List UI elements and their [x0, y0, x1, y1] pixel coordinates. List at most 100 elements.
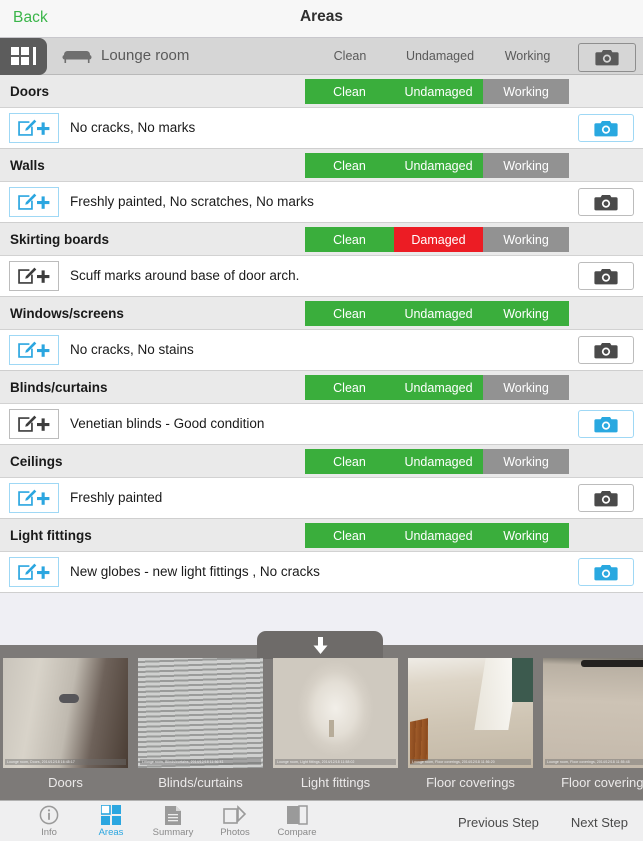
area-item-note[interactable]: Freshly painted — [70, 490, 162, 505]
area-item-note[interactable]: Freshly painted, No scratches, No marks — [70, 194, 314, 209]
grid-tab-button[interactable] — [0, 38, 47, 75]
area-item-note[interactable]: Scuff marks around base of door arch. — [70, 268, 299, 283]
photo-thumb-cell[interactable]: Lounge room, Floor coverings, 2014/12/18… — [543, 658, 643, 805]
item-camera-button[interactable] — [578, 558, 634, 586]
status-badge[interactable]: Clean — [305, 153, 394, 178]
room-camera-button[interactable] — [578, 43, 636, 72]
photos-icon — [223, 804, 247, 826]
area-item-note[interactable]: Venetian blinds - Good condition — [70, 416, 264, 431]
edit-add-icon — [18, 563, 50, 580]
status-badge-group: Clean Undamaged Working — [305, 523, 569, 548]
photo-thumbnail[interactable]: Lounge room, Floor coverings, 2014/12/18… — [543, 658, 643, 768]
tab-label: Areas — [98, 827, 124, 838]
area-item-header: Walls Clean Undamaged Working — [0, 149, 643, 182]
column-header-undamaged: Undamaged — [405, 49, 475, 63]
status-badge-group: Clean Undamaged Working — [305, 301, 569, 326]
status-badge[interactable]: Working — [483, 449, 569, 474]
area-item-name: Blinds/curtains — [10, 380, 108, 395]
status-badge-group: Clean Undamaged Working — [305, 449, 569, 474]
item-camera-button[interactable] — [578, 336, 634, 364]
photo-thumb-cell[interactable]: Lounge room, Light fittings, 2014/12/18 … — [273, 658, 398, 805]
tab-label: Compare — [277, 827, 317, 838]
tab-areas[interactable]: Areas — [80, 804, 142, 838]
photo-thumbnail[interactable]: Lounge room, Light fittings, 2014/12/18 … — [273, 658, 398, 768]
edit-add-icon — [18, 489, 50, 506]
edit-add-icon — [18, 119, 50, 136]
item-camera-button[interactable] — [578, 484, 634, 512]
status-badge[interactable]: Clean — [305, 79, 394, 104]
edit-note-button[interactable] — [9, 335, 59, 365]
status-badge[interactable]: Undamaged — [394, 301, 483, 326]
item-camera-button[interactable] — [578, 188, 634, 216]
tab-list: Info Areas Summary Photos Compare — [18, 804, 328, 838]
status-badge[interactable]: Working — [483, 523, 569, 548]
status-badge[interactable]: Undamaged — [394, 375, 483, 400]
edit-note-button[interactable] — [9, 113, 59, 143]
photo-thumbnail[interactable]: Lounge room, Blinds/curtains, 2014/12/18… — [138, 658, 263, 768]
item-camera-button[interactable] — [578, 262, 634, 290]
status-badge[interactable]: Clean — [305, 227, 394, 252]
photo-thumbnail[interactable]: Lounge room, Doors, 2014/12/18 16:45:17 — [3, 658, 128, 768]
edit-note-button[interactable] — [9, 409, 59, 439]
item-camera-button[interactable] — [578, 410, 634, 438]
status-badge[interactable]: Undamaged — [394, 449, 483, 474]
tab-label: Photos — [220, 827, 250, 838]
status-badge[interactable]: Clean — [305, 523, 394, 548]
photo-thumb-cell[interactable]: Lounge room, Blinds/curtains, 2014/12/18… — [138, 658, 263, 805]
status-badge-group: Clean Undamaged Working — [305, 79, 569, 104]
status-badge[interactable]: Working — [483, 301, 569, 326]
status-badge[interactable]: Undamaged — [394, 153, 483, 178]
area-item: Doors Clean Undamaged Working No cracks, No … — [0, 75, 643, 149]
tab-label: Info — [41, 827, 57, 838]
area-item: Light fittings Clean Undamaged Working New g… — [0, 519, 643, 593]
tab-info[interactable]: Info — [18, 804, 80, 838]
area-item-note[interactable]: New globes - new light fittings , No cra… — [70, 564, 320, 579]
photo-timestamp-watermark: Lounge room, Blinds/curtains, 2014/12/18… — [140, 759, 261, 765]
photo-timestamp-watermark: Lounge room, Floor coverings, 2014/12/18… — [410, 759, 531, 765]
area-item-header: Doors Clean Undamaged Working — [0, 75, 643, 108]
info-icon — [39, 804, 59, 826]
area-item: Skirting boards Clean Damaged Working Scuff … — [0, 223, 643, 297]
drawer-handle[interactable] — [257, 631, 383, 659]
status-badge[interactable]: Undamaged — [394, 79, 483, 104]
edit-note-button[interactable] — [9, 261, 59, 291]
status-badge[interactable]: Working — [483, 79, 569, 104]
status-badge[interactable]: Damaged — [394, 227, 483, 252]
photo-thumb-cell[interactable]: Lounge room, Floor coverings, 2014/12/18… — [408, 658, 533, 805]
status-badge[interactable]: Working — [483, 227, 569, 252]
area-item-header: Windows/screens Clean Undamaged Working — [0, 297, 643, 330]
photo-thumbnail[interactable]: Lounge room, Floor coverings, 2014/12/18… — [408, 658, 533, 768]
area-item: Walls Clean Undamaged Working Freshly painte… — [0, 149, 643, 223]
area-item-note[interactable]: No cracks, No marks — [70, 120, 195, 135]
edit-add-icon — [18, 267, 50, 284]
photo-drawer: Lounge room, Doors, 2014/12/18 16:45:17 D… — [0, 631, 643, 805]
edit-note-button[interactable] — [9, 557, 59, 587]
edit-note-button[interactable] — [9, 187, 59, 217]
area-item: Blinds/curtains Clean Undamaged Working Vene… — [0, 371, 643, 445]
item-camera-button[interactable] — [578, 114, 634, 142]
next-step-button[interactable]: Next Step — [571, 815, 628, 830]
status-badge[interactable]: Clean — [305, 301, 394, 326]
area-item-body: No cracks, No stains — [0, 330, 643, 371]
area-item-header: Light fittings Clean Undamaged Working — [0, 519, 643, 552]
status-badge[interactable]: Clean — [305, 449, 394, 474]
camera-icon — [594, 564, 618, 580]
previous-step-button[interactable]: Previous Step — [458, 815, 539, 830]
photo-strip[interactable]: Lounge room, Doors, 2014/12/18 16:45:17 D… — [0, 658, 643, 805]
area-item-name: Walls — [10, 158, 45, 173]
area-item-header: Ceilings Clean Undamaged Working — [0, 445, 643, 478]
tab-summary[interactable]: Summary — [142, 804, 204, 838]
camera-icon — [594, 416, 618, 432]
tab-photos[interactable]: Photos — [204, 804, 266, 838]
status-badge[interactable]: Working — [483, 153, 569, 178]
status-badge[interactable]: Undamaged — [394, 523, 483, 548]
status-badge[interactable]: Working — [483, 375, 569, 400]
status-badge[interactable]: Clean — [305, 375, 394, 400]
area-item-note[interactable]: No cracks, No stains — [70, 342, 194, 357]
sofa-icon — [62, 49, 92, 64]
edit-add-icon — [18, 341, 50, 358]
photo-thumb-cell[interactable]: Lounge room, Doors, 2014/12/18 16:45:17 D… — [3, 658, 128, 805]
tab-compare[interactable]: Compare — [266, 804, 328, 838]
grid-icon — [101, 804, 121, 826]
edit-note-button[interactable] — [9, 483, 59, 513]
